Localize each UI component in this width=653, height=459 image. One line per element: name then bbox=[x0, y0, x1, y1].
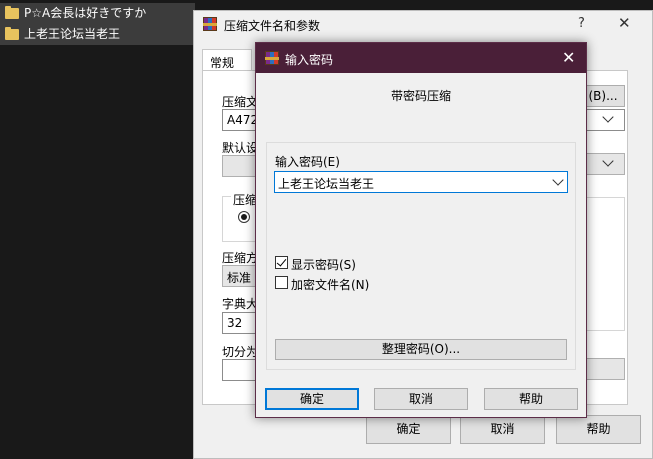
winrar-icon bbox=[265, 51, 279, 65]
method-label: 压缩方 bbox=[222, 251, 259, 265]
set-password-button[interactable] bbox=[581, 358, 625, 380]
tab-general[interactable]: 常规 bbox=[202, 49, 252, 71]
file-row[interactable]: 上老王论坛当老王 bbox=[0, 24, 195, 45]
dialog-title: 压缩文件名和参数 bbox=[224, 19, 321, 33]
password-input[interactable]: 上老王论坛当老王 bbox=[278, 175, 374, 192]
encrypt-names-checkbox[interactable] bbox=[275, 276, 288, 289]
archive-name-label: 压缩文 bbox=[222, 95, 259, 109]
close-icon[interactable]: ✕ bbox=[618, 14, 631, 32]
winrar-icon bbox=[203, 17, 217, 31]
chevron-down-icon[interactable] bbox=[552, 174, 564, 186]
tab-label: 常规 bbox=[210, 56, 235, 70]
password-help-button[interactable]: 帮助 bbox=[484, 388, 578, 410]
split-label: 切分为 bbox=[222, 345, 259, 359]
browse-button[interactable]: (B)... bbox=[581, 85, 625, 107]
organize-passwords-button[interactable]: 整理密码(O)... bbox=[275, 339, 567, 360]
file-row[interactable]: P☆A会長は好きですか bbox=[0, 3, 195, 24]
folder-icon bbox=[5, 6, 19, 19]
password-dialog-header: 带密码压缩 bbox=[390, 89, 451, 103]
password-label: 输入密码(E) bbox=[275, 155, 340, 169]
password-ok-button[interactable]: 确定 bbox=[265, 388, 359, 410]
options-group bbox=[581, 197, 625, 331]
chevron-down-icon bbox=[602, 155, 614, 167]
explorer-file-list: P☆A会長は好きですか 上老王论坛当老王 bbox=[0, 0, 195, 459]
archive-name-dropdown[interactable] bbox=[581, 109, 625, 131]
password-dialog-titlebar[interactable]: 输入密码 ✕ bbox=[256, 43, 586, 73]
password-cancel-button[interactable]: 取消 bbox=[374, 388, 468, 410]
file-name: P☆A会長は好きですか bbox=[24, 6, 147, 20]
main-help-button[interactable]: 帮助 bbox=[556, 415, 641, 444]
default-profile-label: 默认设 bbox=[222, 141, 259, 155]
close-icon[interactable]: ✕ bbox=[562, 48, 575, 67]
help-icon[interactable]: ? bbox=[578, 16, 585, 31]
enter-password-dialog: 输入密码 ✕ 带密码压缩 输入密码(E) 上老王论坛当老王 显示密码(S) 加密… bbox=[255, 42, 587, 418]
dictionary-label: 字典大 bbox=[222, 297, 259, 311]
chevron-down-icon bbox=[602, 111, 614, 123]
password-dialog-title: 输入密码 bbox=[285, 53, 334, 67]
folder-icon bbox=[5, 27, 19, 40]
encrypt-names-label: 加密文件名(N) bbox=[291, 278, 370, 292]
main-cancel-button[interactable]: 取消 bbox=[460, 415, 545, 444]
main-ok-button[interactable]: 确定 bbox=[366, 415, 451, 444]
password-combobox[interactable]: 上老王论坛当老王 bbox=[274, 171, 568, 193]
show-password-checkbox[interactable] bbox=[275, 256, 288, 269]
format-radio[interactable] bbox=[238, 211, 250, 223]
show-password-label: 显示密码(S) bbox=[291, 258, 356, 272]
update-mode-dropdown[interactable] bbox=[581, 153, 625, 175]
file-name: 上老王论坛当老王 bbox=[24, 27, 121, 41]
